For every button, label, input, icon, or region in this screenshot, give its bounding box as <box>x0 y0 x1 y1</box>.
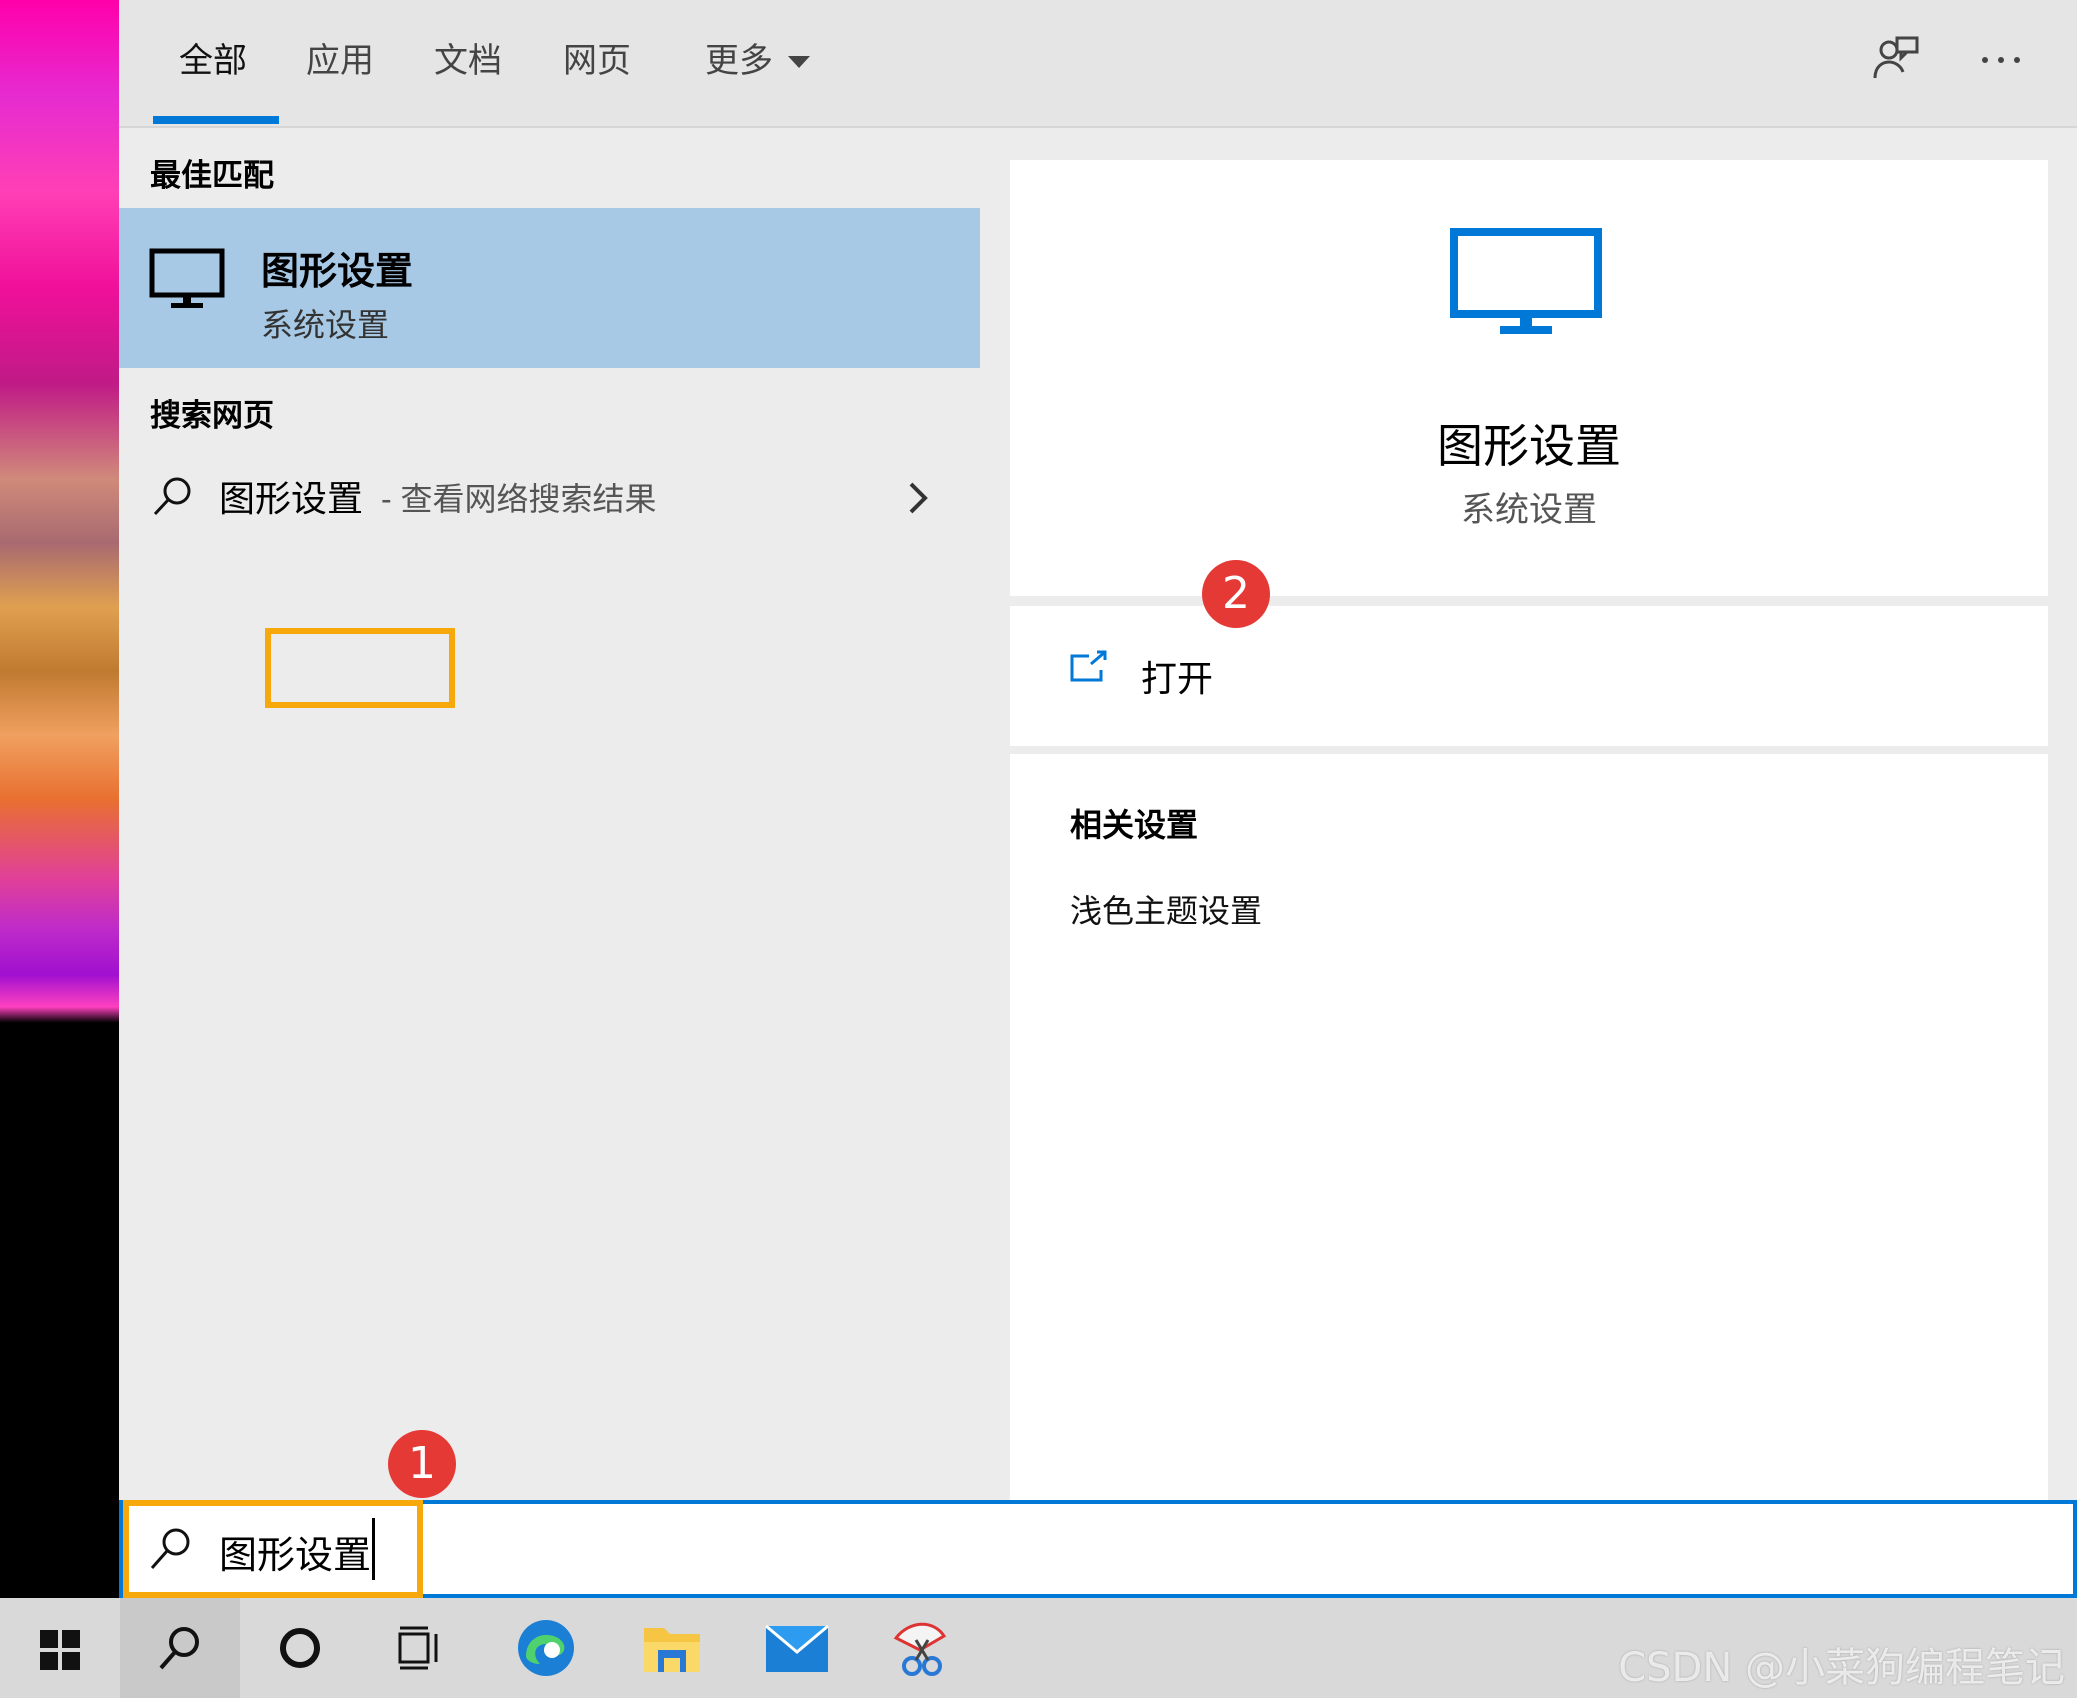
search-icon[interactable] <box>156 1624 204 1672</box>
related-settings-heading: 相关设置 <box>1070 807 1199 843</box>
best-match-subtitle: 系统设置 <box>261 307 390 343</box>
web-search-heading: 搜索网页 <box>150 398 274 433</box>
tab-all[interactable]: 全部 <box>179 36 247 86</box>
edge-icon[interactable] <box>514 1616 578 1680</box>
feedback-icon[interactable] <box>1871 34 1919 82</box>
search-panel: 全部 应用 文档 网页 更多 最佳匹配 图形设置 系统设置 搜索网页 图形设置 … <box>119 0 2077 1654</box>
best-match-item[interactable]: 图形设置 系统设置 <box>119 208 980 368</box>
task-view-icon[interactable] <box>396 1624 444 1672</box>
more-icon[interactable] <box>1977 34 2025 82</box>
chevron-down-icon[interactable] <box>788 56 810 68</box>
search-icon <box>150 1528 190 1569</box>
text-cursor <box>372 1518 375 1580</box>
step-badge-1: 1 <box>388 1430 456 1498</box>
chevron-right-icon[interactable] <box>905 480 931 516</box>
monitor-icon <box>1450 228 1602 334</box>
tab-documents[interactable]: 文档 <box>434 36 502 86</box>
best-match-title: 图形设置 <box>261 251 414 293</box>
tab-web[interactable]: 网页 <box>563 36 631 86</box>
mail-icon[interactable] <box>764 1620 830 1676</box>
web-search-suffix: - 查看网络搜索结果 <box>381 481 657 517</box>
snipping-tool-icon[interactable] <box>890 1616 950 1680</box>
search-query-text[interactable]: 图形设置 <box>219 1524 371 1579</box>
light-theme-settings-link[interactable]: 浅色主题设置 <box>1070 886 1262 932</box>
tab-bar: 全部 应用 文档 网页 更多 <box>119 0 2077 128</box>
step-badge-2: 2 <box>1202 560 1270 628</box>
search-icon <box>153 477 191 516</box>
active-tab-indicator <box>153 116 279 124</box>
desktop-wallpaper <box>0 0 119 1598</box>
web-search-item[interactable]: 图形设置 - 查看网络搜索结果 <box>119 460 980 530</box>
preview-subtitle: 系统设置 <box>1461 491 1597 529</box>
preview-header: 图形设置 系统设置 <box>1010 160 2048 596</box>
open-button-highlight <box>265 628 455 708</box>
tab-apps[interactable]: 应用 <box>306 36 374 86</box>
cortana-icon[interactable] <box>276 1624 324 1672</box>
preview-title: 图形设置 <box>1437 420 1621 472</box>
open-button[interactable]: 打开 <box>1141 650 1213 702</box>
tab-more[interactable]: 更多 <box>705 36 773 86</box>
windows-start-icon[interactable] <box>38 1628 82 1672</box>
file-explorer-icon[interactable] <box>640 1618 704 1678</box>
best-match-heading: 最佳匹配 <box>150 158 274 193</box>
open-external-icon[interactable] <box>1069 650 1109 684</box>
monitor-icon <box>149 248 225 308</box>
watermark: CSDN @小菜狗编程笔记 <box>1618 1645 2065 1691</box>
web-search-query: 图形设置 <box>219 478 364 519</box>
